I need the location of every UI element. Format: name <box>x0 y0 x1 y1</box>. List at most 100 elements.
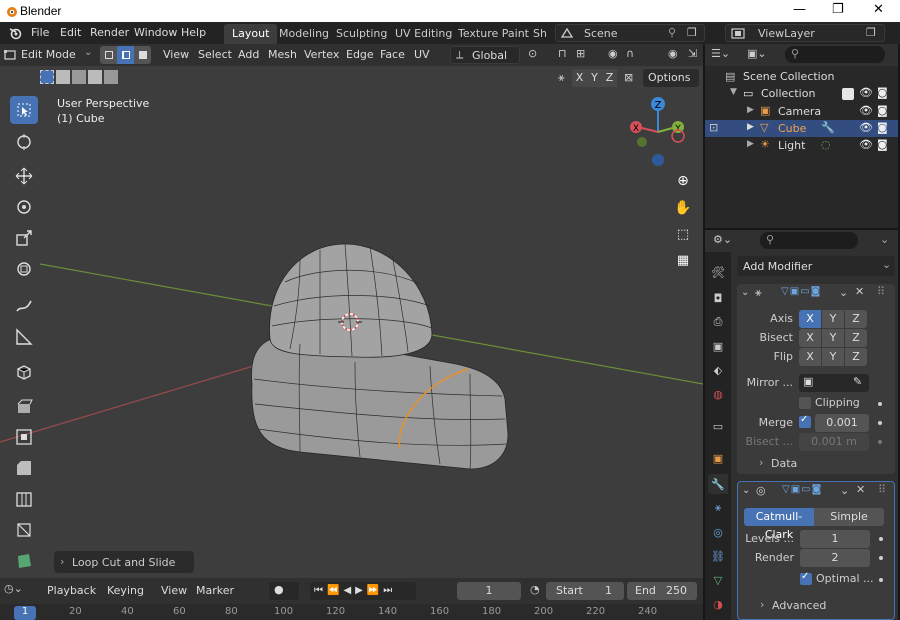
tool-tab-icon[interactable]: 🛠 <box>708 262 728 282</box>
object-tab-icon[interactable]: ▣ <box>708 448 728 468</box>
chevron-down-icon[interactable]: ⌄ <box>880 233 889 246</box>
eye-icon[interactable]: 👁 <box>859 86 873 99</box>
keyframe-dot[interactable] <box>879 537 883 541</box>
viewport-menu-view[interactable]: View <box>163 48 189 61</box>
frame-ruler[interactable]: 1 20 40 60 80 100 120 140 160 180 200 22… <box>0 604 703 620</box>
keyframe-dot[interactable] <box>879 578 883 582</box>
merge-distance-field[interactable]: 0.001 <box>815 414 869 432</box>
outliner-item-camera[interactable]: ▶ ▣ Camera 👁 ◙ <box>705 103 898 120</box>
last-operator-panel[interactable]: › Loop Cut and Slide <box>54 551 194 573</box>
mirror-y-toggle[interactable]: Y <box>587 69 602 87</box>
render-levels-field[interactable]: 2 <box>800 549 870 567</box>
scene-selector[interactable]: Scene ⚲ ❐ <box>555 24 705 42</box>
options-dropdown[interactable]: Options <box>643 69 699 87</box>
flip-z-toggle[interactable]: Z <box>845 348 867 366</box>
keyframe-dot[interactable] <box>878 421 882 425</box>
tab-sculpting[interactable]: Sculpting <box>328 24 395 44</box>
bisect-x-toggle[interactable]: X <box>799 329 821 347</box>
viewlayer-selector[interactable]: ViewLayer ❐ <box>725 24 885 42</box>
particles-tab-icon[interactable]: ⚹ <box>708 498 728 518</box>
mirror-z-toggle[interactable]: Z <box>602 69 617 87</box>
wrench-icon[interactable]: 🔧 <box>821 121 835 134</box>
viewport-menu-face[interactable]: Face <box>380 48 405 61</box>
move-tool[interactable] <box>10 162 38 190</box>
levels-viewport-field[interactable]: 1 <box>800 530 870 548</box>
viewport-menu-edge[interactable]: Edge <box>346 48 374 61</box>
data-subpanel-label[interactable]: Data <box>771 457 797 470</box>
extrude-tool[interactable] <box>10 392 38 420</box>
visibility-toggles[interactable]: ▽▣▭◙ <box>781 286 821 297</box>
collapse-icon[interactable]: ⌄ <box>741 287 749 298</box>
mirror-x-toggle[interactable]: X <box>572 69 587 87</box>
proportional-edit-icon[interactable]: ◉ <box>608 47 618 60</box>
tab-layout[interactable]: Layout <box>224 24 278 44</box>
menu-render[interactable]: Render <box>90 26 129 39</box>
optimal-display-checkbox[interactable]: ✓ <box>800 571 812 585</box>
outliner-item-cube[interactable]: ⊡ ▶ ▽ Cube 🔧 👁 ◙ <box>705 120 898 137</box>
bisect-distance-field[interactable]: 0.001 m <box>799 433 869 451</box>
knife-tool[interactable] <box>10 516 38 544</box>
keyframe-dot[interactable] <box>879 556 883 560</box>
new-viewlayer-icon[interactable]: ❐ <box>866 26 876 39</box>
loop-cut-tool[interactable] <box>10 485 38 513</box>
add-cube-tool[interactable] <box>10 358 38 386</box>
render-camera-icon[interactable]: ◙ <box>877 86 888 99</box>
visibility-toggles[interactable]: ▽▣▭◙ <box>782 484 822 495</box>
invert-selection-icon[interactable] <box>88 70 102 84</box>
merge-checkbox[interactable]: ✓ <box>799 414 811 428</box>
outliner-editor-icon[interactable]: ☰⌄ <box>711 47 730 60</box>
collapse-icon[interactable]: ⌄ <box>742 485 750 496</box>
physics-tab-icon[interactable]: ◎ <box>708 522 728 542</box>
disclosure-closed-icon[interactable]: ▶ <box>747 122 754 132</box>
drag-handle-icon[interactable]: ⠿ <box>877 285 885 298</box>
snap-icon[interactable]: ⊓ <box>558 47 567 60</box>
menu-file[interactable]: File <box>31 26 49 39</box>
viewport-menu-select[interactable]: Select <box>198 48 232 61</box>
camera-view-icon[interactable]: ⬚ <box>671 222 695 246</box>
simple-button[interactable]: Simple <box>814 508 884 526</box>
gizmo-icon[interactable]: ⇲ <box>688 47 697 60</box>
keyframe-dot[interactable] <box>878 402 882 406</box>
blender-menu-icon[interactable] <box>8 26 24 40</box>
menu-help[interactable]: Help <box>181 26 206 39</box>
collection-checkbox[interactable] <box>842 88 854 100</box>
axis-x-toggle[interactable]: X <box>799 310 821 328</box>
inset-tool[interactable] <box>10 423 38 451</box>
disclosure-closed-icon[interactable]: ▶ <box>747 105 754 115</box>
keyframe-dot[interactable] <box>878 440 882 444</box>
measure-tool[interactable] <box>10 323 38 351</box>
playback-controls[interactable]: ⏮⏪◀▶⏩⏭ <box>310 582 416 600</box>
transform-tool[interactable] <box>10 255 38 283</box>
pivot-point-icon[interactable]: ⊙ <box>528 47 537 60</box>
eyedropper-icon[interactable]: ✎ <box>853 375 862 388</box>
view-layer-tab-icon[interactable]: ▣ <box>708 336 728 356</box>
render-camera-icon[interactable]: ◙ <box>877 104 888 117</box>
properties-editor-icon[interactable]: ⚙⌄ <box>713 233 732 246</box>
poly-build-tool[interactable] <box>10 547 38 575</box>
menu-keying[interactable]: Keying <box>107 584 144 597</box>
bisect-z-toggle[interactable]: Z <box>845 329 867 347</box>
disclosure-closed-icon[interactable]: ▶ <box>747 139 754 149</box>
edge-select-icon[interactable] <box>117 46 134 64</box>
perspective-grid-icon[interactable]: ▦ <box>671 248 695 272</box>
extend-selection-icon[interactable] <box>56 70 70 84</box>
annotate-tool[interactable] <box>10 292 38 320</box>
outliner-collection[interactable]: ▼ ▭ Collection 👁 ◙ <box>705 85 898 102</box>
pin-icon[interactable]: ⚲ <box>668 26 676 39</box>
viewport-menu-vertex[interactable]: Vertex <box>304 48 339 61</box>
playhead[interactable]: 1 <box>14 606 36 620</box>
eye-icon[interactable]: 👁 <box>859 104 873 117</box>
axis-z-toggle[interactable]: Z <box>845 310 867 328</box>
viewport-menu-uv[interactable]: UV <box>414 48 430 61</box>
axis-y-toggle[interactable]: Y <box>822 310 844 328</box>
render-tab-icon[interactable]: ◘ <box>708 288 728 308</box>
intersect-selection-icon[interactable] <box>104 70 118 84</box>
scale-tool[interactable] <box>10 224 38 252</box>
tab-texture-paint[interactable]: Texture Paint <box>450 24 537 44</box>
output-tab-icon[interactable]: ⎙ <box>708 312 728 332</box>
menu-window[interactable]: Window <box>134 26 177 39</box>
menu-marker[interactable]: Marker <box>196 584 234 597</box>
snap-target-icon[interactable]: ⊞ <box>576 47 585 60</box>
zoom-icon[interactable]: ⊕ <box>671 169 695 193</box>
maximize-button[interactable]: ❐ <box>832 2 844 17</box>
